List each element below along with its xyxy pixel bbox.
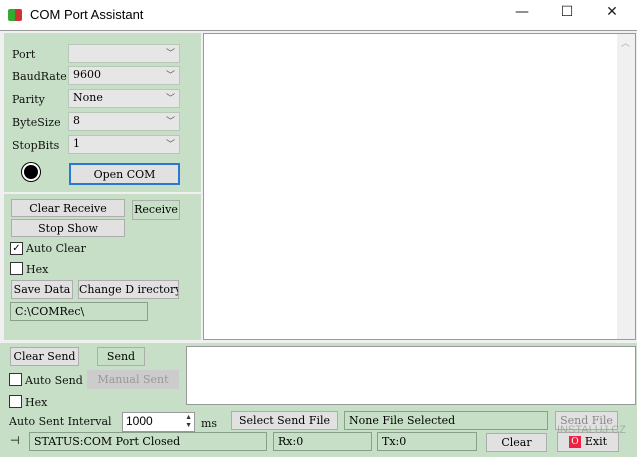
stopbits-value: 1 [73,137,80,150]
watermark: INSTALUJ.CZ [557,424,626,436]
receive-button[interactable]: Receive [132,200,180,220]
clear-send-button[interactable]: Clear Send [10,347,79,366]
baudrate-label: BaudRate [12,70,67,83]
scroll-up-icon: ︿ [621,39,631,49]
close-button[interactable]: ✕ [597,4,627,26]
chevron-down-icon: ﹀ [165,140,175,150]
window-title: COM Port Assistant [30,7,144,22]
chevron-down-icon: ﹀ [165,71,175,81]
port-select[interactable]: ﹀ [68,44,180,63]
maximize-button[interactable]: ☐ [552,4,582,26]
pin-icon[interactable]: ⊣ [10,434,20,447]
select-send-file-button[interactable]: Select Send File [231,411,338,430]
bytesize-value: 8 [73,114,80,127]
tx-counter: Tx:0 [377,432,477,451]
exit-label: Exit [584,435,608,448]
receive-hex-checkbox[interactable] [10,262,23,275]
power-icon: O [568,436,581,448]
clear-receive-button[interactable]: Clear Receive [11,199,125,217]
spin-arrows-icon[interactable]: ▲ ▼ [185,414,192,430]
stop-show-button[interactable]: Stop Show [11,219,125,237]
parity-select[interactable]: None ﹀ [68,89,180,108]
ms-label: ms [201,417,218,430]
receive-textarea[interactable] [203,33,636,340]
receive-scrollbar[interactable]: ︿ [617,34,635,339]
send-textarea[interactable] [186,346,636,405]
receive-hex-label: Hex [26,263,49,276]
change-directory-button[interactable]: Change D irectory [78,280,179,299]
stopbits-label: StopBits [12,139,60,152]
open-com-button[interactable]: Open COM [69,163,180,185]
send-hex-label: Hex [25,396,48,409]
interval-value: 1000 [126,414,153,428]
bytesize-select[interactable]: 8 ﹀ [68,112,180,131]
interval-spinner[interactable]: 1000 ▲ ▼ [122,412,195,432]
chevron-down-icon: ﹀ [165,94,175,104]
title-bar: COM Port Assistant — ☐ ✕ [0,0,637,31]
chevron-down-icon: ﹀ [165,49,175,59]
status-text: STATUS:COM Port Closed [29,432,267,451]
save-data-button[interactable]: Save Data [11,280,73,299]
stopbits-select[interactable]: 1 ﹀ [68,135,180,154]
send-button[interactable]: Send [97,347,145,366]
send-hex-checkbox[interactable] [9,395,22,408]
port-label: Port [12,48,36,61]
directory-field[interactable]: C:\COMRec\ [10,302,148,321]
baudrate-select[interactable]: 9600 ﹀ [68,66,180,85]
rx-counter: Rx:0 [273,432,372,451]
interval-label: Auto Sent Interval [9,415,112,428]
status-indicator-icon [24,165,38,179]
app-icon [8,9,22,21]
auto-send-checkbox[interactable] [9,373,22,386]
auto-send-label: Auto Send [25,374,83,387]
parity-label: Parity [12,93,45,106]
bytesize-label: ByteSize [12,116,61,129]
clear-counters-button[interactable]: Clear [486,433,547,452]
chevron-down-icon: ﹀ [165,117,175,127]
baudrate-value: 9600 [73,68,101,81]
selected-file-field: None File Selected [344,411,548,430]
parity-value: None [73,91,103,104]
manual-sent-button[interactable]: Manual Sent [87,370,179,389]
auto-clear-label: Auto Clear [26,242,86,255]
auto-clear-checkbox[interactable]: ✓ [10,242,23,255]
minimize-button[interactable]: — [507,4,537,26]
